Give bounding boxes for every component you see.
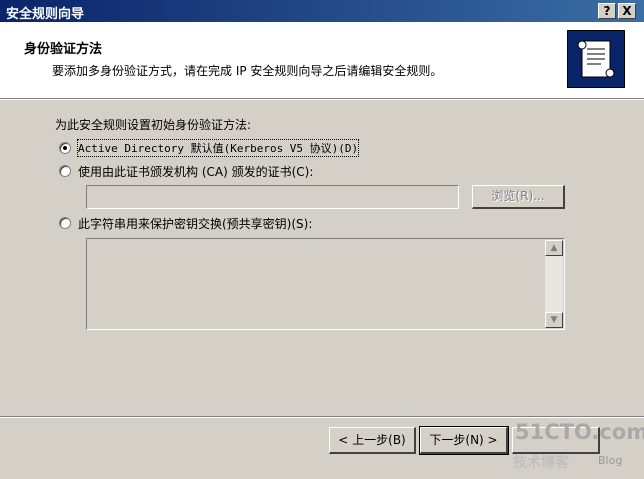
watermark-blog: Blog	[598, 454, 623, 467]
certificate-option-label[interactable]: 使用由此证书颁发机构 (CA) 颁发的证书(C):	[78, 163, 313, 180]
watermark-tagline: 技术博客	[513, 455, 569, 471]
preshared-key-radio[interactable]	[59, 217, 71, 229]
page-title: 身份验证方法	[24, 42, 103, 57]
close-button[interactable]: X	[618, 3, 636, 19]
header-divider	[0, 99, 644, 100]
next-button[interactable]: 下一步(N) >	[419, 426, 509, 455]
scroll-down-icon[interactable]: ▼	[545, 312, 563, 328]
back-button[interactable]: < 上一步(B)	[329, 427, 416, 454]
footer-separator	[0, 416, 644, 418]
window-title: 安全规则向导	[6, 7, 85, 22]
preshared-key-textarea[interactable]	[86, 238, 565, 330]
scroll-document-icon	[567, 30, 625, 88]
preshared-key-option-label[interactable]: 此字符串用来保护密钥交换(预共享密钥)(S):	[78, 215, 312, 232]
ca-input[interactable]	[86, 185, 459, 209]
title-bar: 安全规则向导 ? X	[0, 0, 644, 22]
wizard-header: 身份验证方法 要添加多身份验证方式，请在完成 IP 安全规则向导之后请编辑安全规…	[0, 22, 644, 99]
browse-button[interactable]: 浏览(R)...	[472, 185, 565, 209]
scroll-up-icon[interactable]: ▲	[545, 240, 563, 256]
certificate-radio[interactable]	[59, 165, 71, 177]
kerberos-option-label[interactable]: Active Directory 默认值(Kerberos V5 协议)(D)	[76, 139, 360, 157]
method-prompt: 为此安全规则设置初始身份验证方法:	[55, 118, 252, 132]
help-button[interactable]: ?	[598, 3, 616, 19]
textarea-scrollbar[interactable]: ▲ ▼	[545, 240, 563, 328]
page-subtitle: 要添加多身份验证方式，请在完成 IP 安全规则向导之后请编辑安全规则。	[52, 64, 443, 78]
watermark-site: 51CTO.com	[515, 420, 644, 444]
kerberos-radio[interactable]	[59, 142, 71, 154]
